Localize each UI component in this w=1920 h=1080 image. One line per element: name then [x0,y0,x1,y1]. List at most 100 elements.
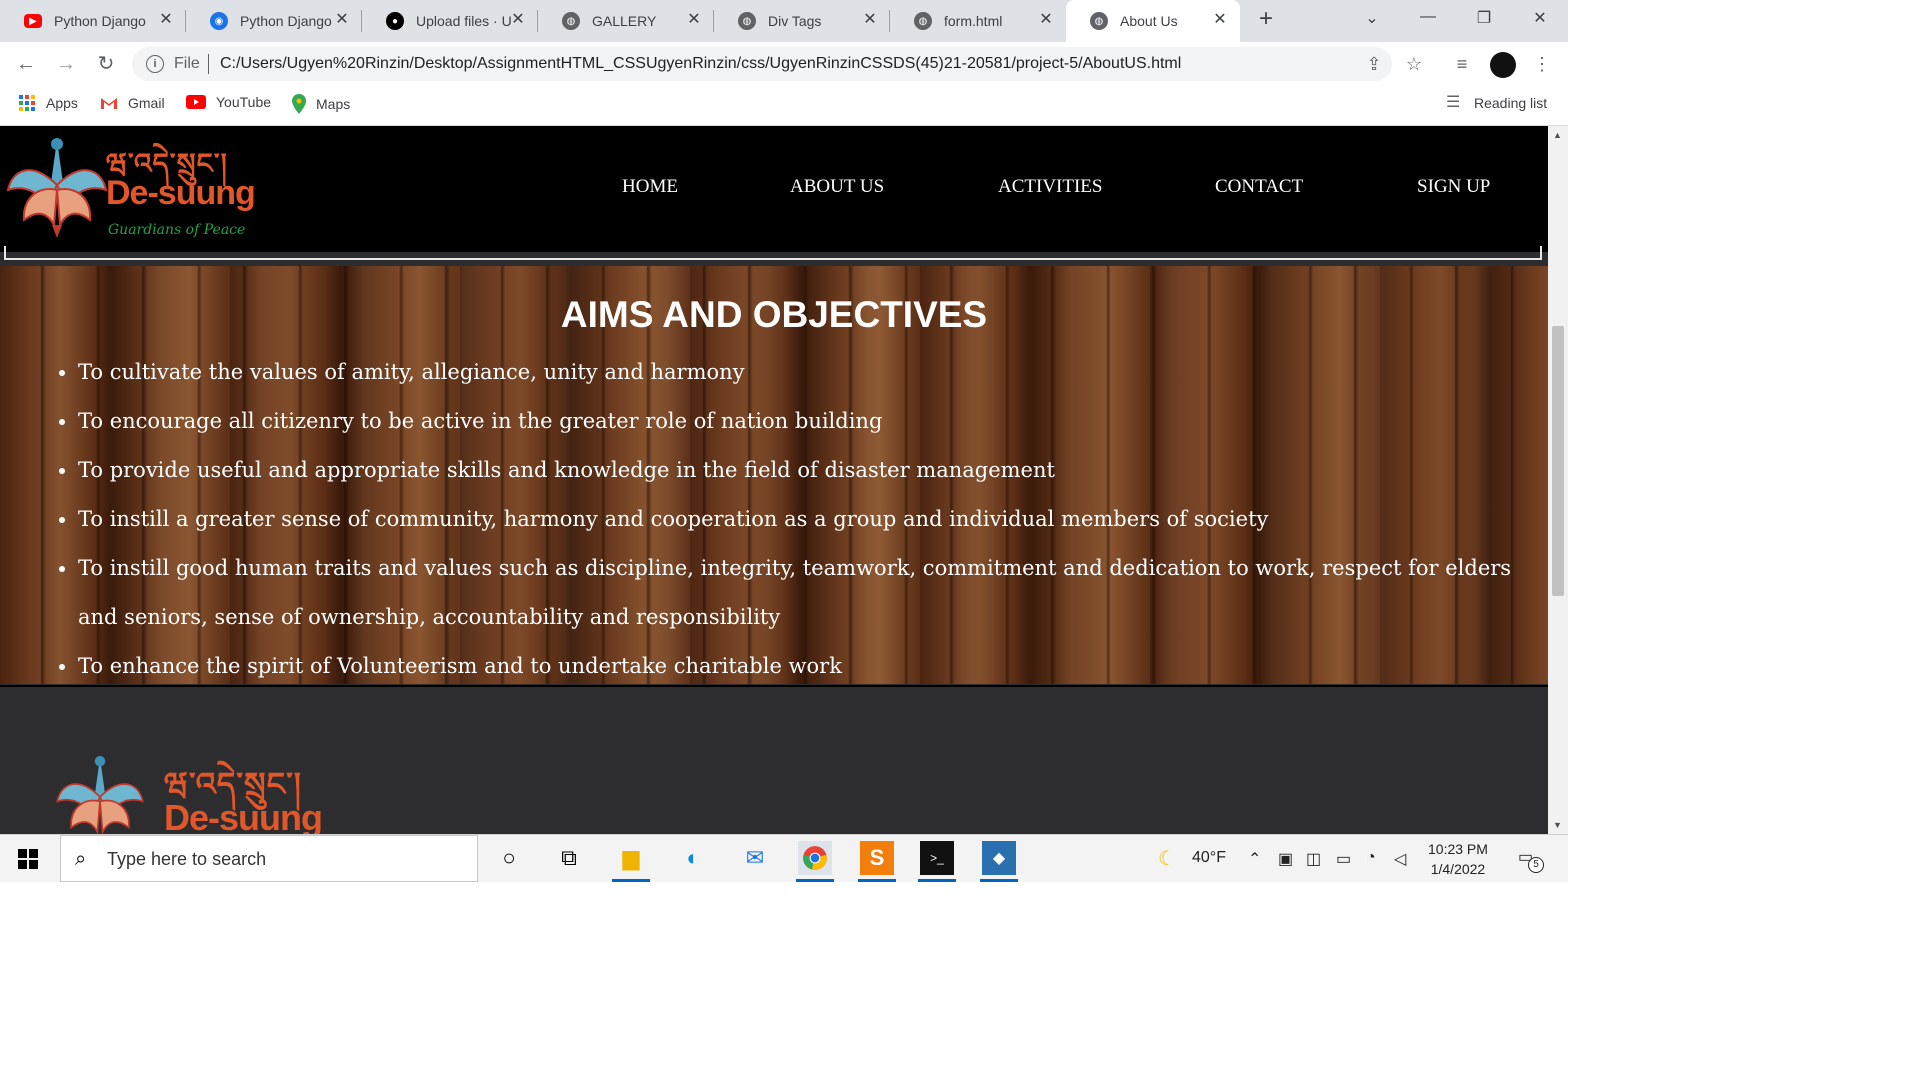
share-icon[interactable]: ⇪ [1362,52,1386,76]
media-control-icon[interactable]: ≡ [1450,52,1474,76]
bookmark-label: Maps [316,96,351,112]
close-tab-icon[interactable]: ✕ [862,12,878,28]
close-tab-icon[interactable]: ✕ [1212,12,1228,28]
globe-icon: ◍ [1090,12,1108,30]
nav-sign-up[interactable]: SIGN UP [1417,176,1490,198]
page-scrollbar[interactable]: ▲ ▼ [1548,126,1568,834]
nav-contact[interactable]: CONTACT [1215,176,1303,198]
site-footer: ཝ་འདེ་སྲུང་། De-suung [0,685,1548,834]
address-bar[interactable]: i File C:/Users/Ugyen%20Rinzin/Desktop/A… [132,47,1392,81]
tab-form-html[interactable]: ◍ form.html ✕ [890,0,1066,42]
list-item: To encourage all citizenry to be active … [78,397,1518,446]
scrollbar-thumb[interactable] [1552,326,1564,596]
wifi-icon[interactable]: ◔ [1366,849,1376,867]
tab-python-django-1[interactable]: ▶ Python Django ✕ [0,0,186,42]
tab-about-us[interactable]: ◍ About Us ✕ [1066,0,1240,42]
nav-activities[interactable]: ACTIVITIES [998,176,1102,198]
nav-home[interactable]: HOME [622,176,678,198]
cortana-icon[interactable]: ○ [492,841,526,875]
close-tab-icon[interactable]: ✕ [158,12,174,28]
list-item: To cultivate the values of amity, allegi… [78,348,1518,397]
windows-start-icon[interactable] [18,849,38,869]
notification-center-icon[interactable]: ▭ 5 [1518,847,1544,873]
minimize-button[interactable]: — [1416,8,1440,26]
browser-toolbar: ← → ↻ i File C:/Users/Ugyen%20Rinzin/Des… [0,42,1568,86]
search-placeholder: Type here to search [107,849,267,869]
clock-date: 1/4/2022 [1430,861,1486,877]
reading-list-button[interactable]: ☰ Reading list [1446,94,1547,112]
sublime-text-icon[interactable]: S [860,841,894,875]
remote-app-icon[interactable]: ◆ [982,841,1016,875]
reload-button[interactable]: ↻ [94,52,118,76]
youtube-icon [186,95,206,109]
close-window-button[interactable]: ✕ [1528,8,1552,28]
back-button[interactable]: ← [14,52,38,76]
windows-taskbar: ⌕ Type here to search ○ ⧉ ▆ ◐ ✉ S >_ ◆ ☾… [0,834,1568,882]
bookmark-label: YouTube [216,94,272,110]
close-tab-icon[interactable]: ✕ [334,12,350,28]
file-explorer-icon[interactable]: ▆ [614,841,648,875]
nav-about-us[interactable]: ABOUT US [790,176,884,198]
profile-avatar[interactable] [1490,52,1516,78]
scroll-down-arrow-icon[interactable]: ▼ [1553,820,1562,830]
running-indicator [918,879,956,882]
header-underline-frame [4,246,1542,260]
de-suung-emblem-logo [56,755,144,834]
list-item: To instill a greater sense of community,… [78,495,1518,544]
bookmark-maps[interactable]: Maps [292,94,350,114]
site-header: ཝ་འདེ་སྲུང་། De-suung Guardians of Peace… [0,126,1548,260]
list-item: To provide useful and appropriate skills… [78,446,1518,495]
weather-temperature[interactable]: 40°F [1192,849,1226,867]
tab-python-django-2[interactable]: ◉ Python Django ✕ [186,0,362,42]
running-indicator [858,879,896,882]
search-icon: ⌕ [75,848,87,870]
logo-name-text: De-suung [106,174,256,212]
de-suung-emblem-logo[interactable] [2,130,112,240]
close-tab-icon[interactable]: ✕ [1038,12,1054,28]
globe-icon: ◍ [914,12,932,30]
bookmarks-bar: Apps Gmail YouTube Maps ☰ Reading list [0,86,1568,126]
bookmark-youtube[interactable]: YouTube [186,94,271,110]
edge-icon[interactable]: ◐ [676,841,710,875]
tab-search-icon[interactable]: ⌄ [1360,8,1384,28]
globe-icon: ◍ [562,12,580,30]
maps-pin-icon [292,94,306,114]
volume-icon[interactable]: ◁ [1394,849,1406,869]
reading-list-label: Reading list [1474,95,1548,111]
bookmark-apps[interactable]: Apps [18,94,78,112]
tab-upload-files[interactable]: ● Upload files · U ✕ [362,0,538,42]
chrome-icon[interactable] [798,841,832,875]
close-tab-icon[interactable]: ✕ [686,12,702,28]
bookmark-gmail[interactable]: Gmail [100,94,165,112]
onedrive-icon[interactable]: ◫ [1306,849,1321,869]
battery-icon[interactable]: ▭ [1336,849,1351,869]
taskbar-clock[interactable]: 10:23 PM 1/4/2022 [1428,839,1488,879]
bookmark-star-icon[interactable]: ☆ [1402,52,1426,76]
tab-gallery[interactable]: ◍ GALLERY ✕ [538,0,714,42]
url-text[interactable]: C:/Users/Ugyen%20Rinzin/Desktop/Assignme… [220,55,1181,73]
logo-tagline: Guardians of Peace [108,222,246,238]
bookmark-label: Gmail [128,95,165,111]
running-indicator [612,879,650,882]
forward-button[interactable]: → [54,52,78,76]
list-item: To enhance the spirit of Volunteerism an… [78,642,1518,691]
new-tab-button[interactable]: + [1254,7,1278,32]
scroll-up-arrow-icon[interactable]: ▲ [1553,130,1562,140]
tab-div-tags[interactable]: ◍ Div Tags ✕ [714,0,890,42]
tab-strip: ▶ Python Django ✕ ◉ Python Django ✕ ● Up… [0,0,1568,42]
clock-time: 10:23 PM [1428,841,1488,857]
show-hidden-icons-chevron-icon[interactable]: ⌃ [1248,849,1261,869]
close-tab-icon[interactable]: ✕ [510,12,526,28]
meet-now-icon[interactable]: ▣ [1278,849,1293,869]
scheme-label: File [174,55,200,72]
menu-dots-icon[interactable]: ⋮ [1530,52,1554,76]
address-separator [208,54,209,74]
task-view-icon[interactable]: ⧉ [552,841,586,875]
terminal-icon[interactable]: >_ [920,841,954,875]
restore-button[interactable]: ❐ [1472,8,1496,28]
github-icon: ● [386,12,404,30]
taskbar-search-box[interactable]: ⌕ Type here to search [60,835,478,882]
site-info-icon[interactable]: i [146,55,164,73]
mail-icon[interactable]: ✉ [738,841,772,875]
weather-moon-icon[interactable]: ☾ [1158,846,1176,871]
